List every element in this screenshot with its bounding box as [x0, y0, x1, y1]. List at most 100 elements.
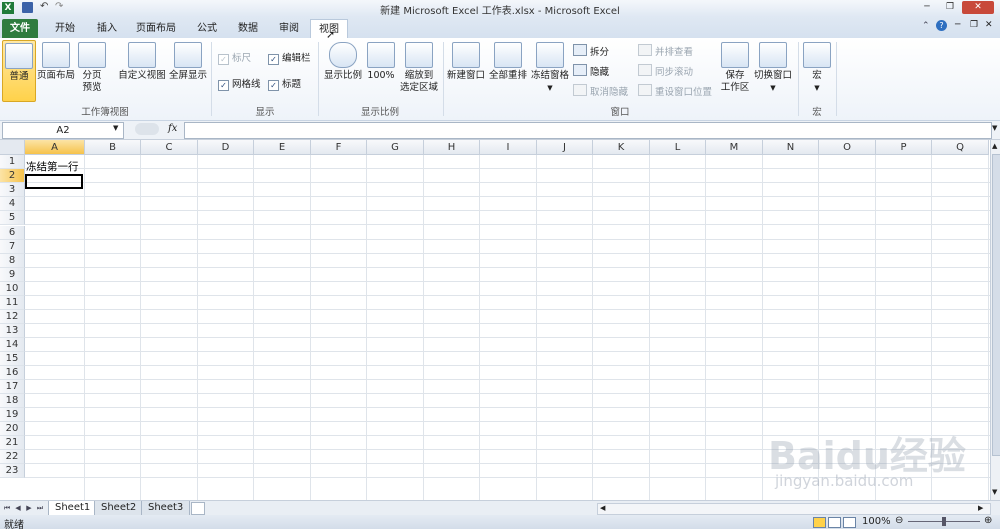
new-window-button[interactable]: 新建窗口 [446, 40, 486, 82]
row-header-8[interactable]: 8 [0, 254, 25, 268]
freeze-panes-button[interactable]: 冻结窗格 ▼ [530, 40, 570, 94]
name-box-dropdown-icon[interactable]: ▼ [113, 124, 118, 132]
zoom-slider-thumb[interactable] [942, 517, 946, 526]
row-header-19[interactable]: 19 [0, 408, 25, 422]
column-header-o[interactable]: O [819, 140, 876, 155]
row-header-11[interactable]: 11 [0, 296, 25, 310]
split-button[interactable]: 拆分 [573, 44, 609, 58]
custom-views-button[interactable]: 自定义视图 [116, 40, 168, 82]
vertical-scrollbar[interactable]: ▲ ▼ [990, 140, 1000, 500]
workbook-close-icon[interactable]: ✕ [985, 20, 993, 30]
row-header-20[interactable]: 20 [0, 422, 25, 436]
scroll-up-icon[interactable]: ▲ [992, 142, 997, 150]
formula-input[interactable] [184, 122, 992, 139]
normal-view-icon[interactable] [813, 517, 826, 528]
row-header-22[interactable]: 22 [0, 450, 25, 464]
switch-windows-button[interactable]: 切换窗口 ▼ [752, 40, 794, 94]
scroll-thumb[interactable] [992, 154, 1000, 456]
tab-formulas[interactable]: 公式 [190, 19, 224, 38]
scroll-down-icon[interactable]: ▼ [992, 488, 997, 496]
row-header-16[interactable]: 16 [0, 366, 25, 380]
column-header-l[interactable]: L [650, 140, 706, 155]
row-header-10[interactable]: 10 [0, 282, 25, 296]
select-all-corner[interactable] [0, 140, 25, 155]
close-button[interactable]: ✕ [962, 1, 994, 14]
active-cell-selection[interactable] [25, 174, 83, 189]
page-layout-view-button[interactable]: 页面布局 [36, 40, 76, 82]
tab-home[interactable]: 开始 [48, 19, 82, 38]
hide-button[interactable]: 隐藏 [573, 64, 609, 78]
collapse-ribbon-icon[interactable]: ⌃ [922, 21, 930, 31]
cell-a1[interactable]: 冻结第一行 [26, 159, 79, 174]
zoom-out-icon[interactable]: ⊖ [895, 515, 903, 526]
zoom-in-icon[interactable]: ⊕ [984, 515, 992, 526]
row-header-9[interactable]: 9 [0, 268, 25, 282]
first-sheet-icon[interactable]: ⏮ [2, 503, 12, 513]
workbook-minimize-icon[interactable]: ─ [955, 20, 960, 30]
insert-function-button[interactable]: fx [168, 123, 177, 134]
row-header-15[interactable]: 15 [0, 352, 25, 366]
tab-review[interactable]: 审阅 [272, 19, 306, 38]
full-screen-button[interactable]: 全屏显示 [168, 40, 208, 82]
page-break-view-icon[interactable] [843, 517, 856, 528]
column-header-b[interactable]: B [85, 140, 141, 155]
scroll-right-icon[interactable]: ▶ [978, 504, 983, 512]
row-header-14[interactable]: 14 [0, 338, 25, 352]
column-header-i[interactable]: I [480, 140, 537, 155]
column-header-p[interactable]: P [876, 140, 932, 155]
column-header-n[interactable]: N [763, 140, 819, 155]
column-header-h[interactable]: H [424, 140, 480, 155]
gridlines-checkbox[interactable]: ✓ 网格线 [218, 78, 261, 92]
prev-sheet-icon[interactable]: ◀ [13, 503, 23, 513]
sheet-tab-1[interactable]: Sheet1 [48, 501, 98, 516]
reset-window-position-button[interactable]: 重设窗口位置 [638, 84, 712, 98]
tab-page-layout[interactable]: 页面布局 [131, 19, 181, 38]
row-header-3[interactable]: 3 [0, 183, 25, 197]
headings-checkbox[interactable]: ✓ 标题 [268, 78, 301, 92]
row-header-12[interactable]: 12 [0, 310, 25, 324]
column-header-k[interactable]: K [593, 140, 650, 155]
normal-view-button[interactable]: 普通 [2, 40, 36, 102]
row-header-13[interactable]: 13 [0, 324, 25, 338]
tab-file[interactable]: 文件 [2, 19, 38, 38]
name-box[interactable]: A2 [2, 122, 124, 139]
row-header-7[interactable]: 7 [0, 240, 25, 254]
column-header-f[interactable]: F [311, 140, 367, 155]
page-break-preview-button[interactable]: 分页 预览 [78, 40, 106, 94]
zoom-100-button[interactable]: 100% [366, 40, 396, 82]
last-sheet-icon[interactable]: ⏭ [35, 503, 45, 513]
row-header-4[interactable]: 4 [0, 197, 25, 211]
minimize-button[interactable]: ─ [916, 1, 938, 14]
row-header-1[interactable]: 1 [0, 155, 25, 169]
ruler-checkbox[interactable]: ✓ 标尺 [218, 52, 251, 66]
horizontal-scrollbar[interactable]: ◀ ▶ [597, 503, 991, 515]
column-header-c[interactable]: C [141, 140, 198, 155]
row-header-17[interactable]: 17 [0, 380, 25, 394]
column-header-e[interactable]: E [254, 140, 311, 155]
zoom-button[interactable]: 显示比例 [322, 40, 364, 82]
row-header-23[interactable]: 23 [0, 464, 25, 478]
column-header-q[interactable]: Q [932, 140, 989, 155]
row-header-6[interactable]: 6 [0, 226, 25, 240]
save-workspace-button[interactable]: 保存 工作区 [716, 40, 754, 94]
tab-insert[interactable]: 插入 [90, 19, 124, 38]
scroll-left-icon[interactable]: ◀ [600, 504, 605, 512]
formula-bar-resize-icon[interactable] [135, 123, 159, 135]
column-header-g[interactable]: G [367, 140, 424, 155]
arrange-all-button[interactable]: 全部重排 [488, 40, 528, 82]
restore-button[interactable]: ❐ [939, 1, 961, 14]
insert-sheet-icon[interactable] [191, 502, 205, 515]
help-icon[interactable]: ? [936, 20, 947, 31]
page-layout-view-icon[interactable] [828, 517, 841, 528]
formula-bar-checkbox[interactable]: ✓ 编辑栏 [268, 52, 311, 66]
macros-button[interactable]: 宏 ▼ [802, 40, 832, 94]
row-header-21[interactable]: 21 [0, 436, 25, 450]
row-header-2[interactable]: 2 [0, 169, 25, 183]
zoom-level[interactable]: 100% [862, 516, 891, 527]
expand-formula-bar-icon[interactable]: ▼ [992, 124, 997, 132]
column-header-d[interactable]: D [198, 140, 254, 155]
workbook-restore-icon[interactable]: ❐ [970, 20, 978, 30]
next-sheet-icon[interactable]: ▶ [24, 503, 34, 513]
row-header-5[interactable]: 5 [0, 211, 25, 225]
tab-data[interactable]: 数据 [231, 19, 265, 38]
